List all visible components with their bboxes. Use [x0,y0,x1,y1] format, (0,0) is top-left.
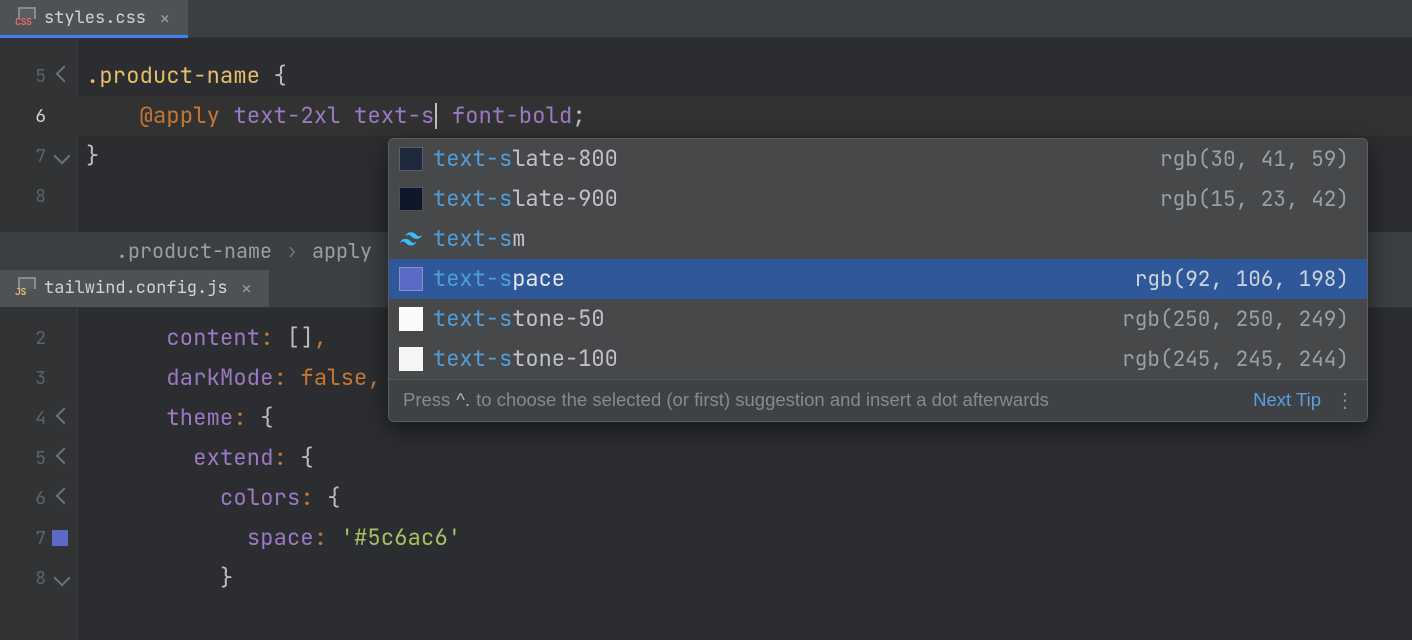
property-key: colors [220,487,300,509]
at-rule: @ [140,105,153,127]
breadcrumb-item[interactable]: apply [312,241,372,261]
line-number: 7 [0,528,46,548]
semicolon: ; [572,105,585,127]
color-swatch-icon [399,307,423,331]
tab-label: tailwind.config.js [44,280,228,297]
property-value: [] [287,327,314,349]
class-token: text-2xl [233,105,340,127]
line-number: 5 [0,66,46,86]
property-key: theme [166,407,233,429]
line-number: 6 [0,488,46,508]
autocomplete-label: text-sm [433,228,525,250]
chevron-right-icon: › [286,241,298,261]
property-key: space [247,527,314,549]
apply-directive: apply [153,105,220,127]
brace-open: { [300,447,313,469]
class-token-partial: text-s [354,105,434,127]
color-swatch-icon [399,347,423,371]
tab-bar-top: CSS styles.css ✕ [0,0,1412,38]
autocomplete-item[interactable]: text-slate-800 rgb(30, 41, 59) [389,139,1367,179]
autocomplete-label: text-slate-900 [433,188,618,210]
color-swatch-icon [399,187,423,211]
autocomplete-detail: rgb(15, 23, 42) [1160,189,1349,210]
tailwind-icon [399,227,423,251]
autocomplete-detail: rgb(30, 41, 59) [1160,149,1349,170]
brace-open: { [260,407,273,429]
fold-open-icon[interactable] [56,447,73,464]
autocomplete-item[interactable]: text-stone-50 rgb(250, 250, 249) [389,299,1367,339]
line-number: 7 [0,146,46,166]
line-number: 8 [0,568,46,588]
line-number: 2 [0,328,46,348]
brace-open: { [260,65,287,87]
autocomplete-footer: Press ^. to choose the selected (or firs… [389,379,1367,421]
autocomplete-list: text-slate-800rgb(30, 41, 59)text-slate-… [389,139,1367,379]
tip-shortcut: ^. [456,391,470,410]
text-caret [435,103,437,129]
fold-close-icon[interactable] [54,148,71,165]
tip-text: to choose the selected (or first) sugges… [476,391,1049,410]
property-key: extend [193,447,273,469]
autocomplete-detail: rgb(92, 106, 198) [1135,269,1349,290]
more-options-icon[interactable]: ⋮ [1335,391,1353,411]
css-file-icon: CSS [14,11,36,27]
autocomplete-label: text-space [433,268,565,290]
js-file-icon: JS [14,281,36,297]
line-number: 3 [0,368,46,388]
fold-close-icon[interactable] [54,570,71,587]
autocomplete-item[interactable]: text-space rgb(92, 106, 198) [389,259,1367,299]
autocomplete-label: text-slate-800 [433,148,618,170]
tip-text: Press [403,391,450,410]
brace-close: } [86,145,99,167]
close-icon[interactable]: ✕ [160,11,170,27]
line-number: 6 [0,106,46,126]
autocomplete-label: text-stone-100 [433,348,618,370]
autocomplete-detail: rgb(250, 250, 249) [1122,309,1349,330]
line-number: 5 [0,448,46,468]
autocomplete-item[interactable]: text-sm [389,219,1367,259]
color-swatch-icon [399,147,423,171]
property-key: darkMode [166,367,273,389]
string-value: '#5c6ac6' [341,527,462,549]
breadcrumb-item[interactable]: .product-name [116,241,272,261]
autocomplete-label: text-stone-50 [433,308,605,330]
tab-styles-css[interactable]: CSS styles.css ✕ [0,0,188,37]
fold-open-icon[interactable] [56,487,73,504]
autocomplete-popup: text-slate-800rgb(30, 41, 59)text-slate-… [388,138,1368,422]
property-value: false [300,367,367,389]
color-swatch-icon [399,267,423,291]
brace-close: } [220,567,233,589]
class-token: font-bold [452,105,573,127]
close-icon[interactable]: ✕ [242,281,252,297]
next-tip-link[interactable]: Next Tip [1253,391,1321,410]
selector: .product-name [86,65,260,87]
property-key: content [166,327,260,349]
autocomplete-item[interactable]: text-stone-100 rgb(245, 245, 244) [389,339,1367,379]
tab-tailwind-config[interactable]: JS tailwind.config.js ✕ [0,270,269,307]
line-number: 4 [0,408,46,428]
brace-open: { [327,487,340,509]
fold-open-icon[interactable] [56,407,73,424]
autocomplete-item[interactable]: text-slate-900 rgb(15, 23, 42) [389,179,1367,219]
autocomplete-detail: rgb(245, 245, 244) [1122,349,1349,370]
fold-open-icon[interactable] [56,65,73,82]
tab-label: styles.css [44,10,146,27]
color-swatch-icon[interactable] [52,530,68,546]
line-number: 8 [0,186,46,206]
